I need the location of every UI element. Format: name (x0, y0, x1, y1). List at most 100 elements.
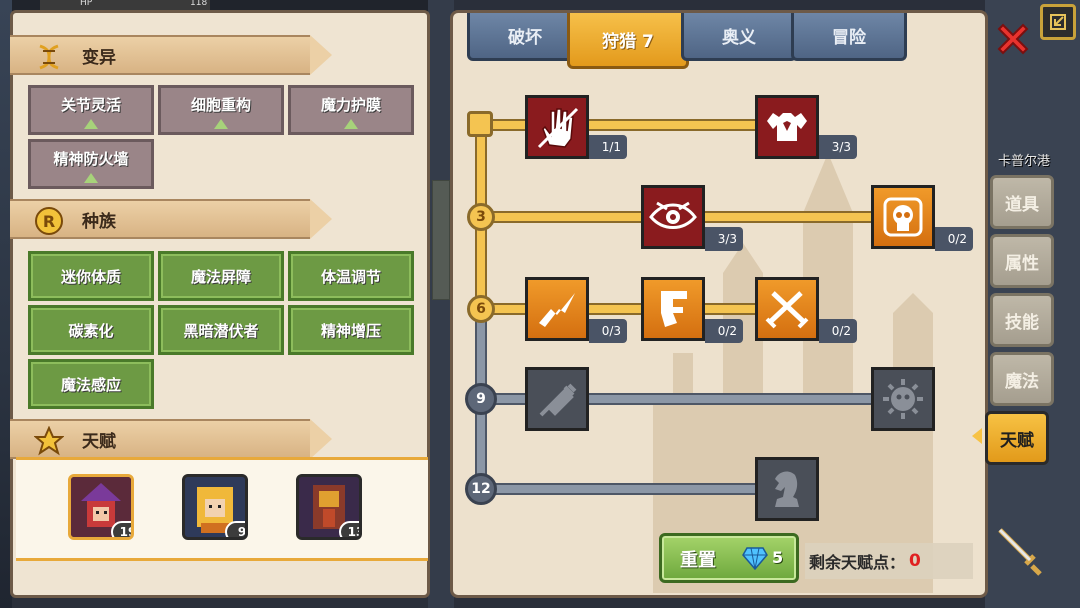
spiked-skull-icon (883, 379, 923, 419)
tab-hunt[interactable]: 狩猎 7 (567, 13, 689, 69)
chip-label: 魔法屏障 (190, 267, 251, 286)
race-chip[interactable]: 精神增压 (288, 305, 414, 355)
tab-secret[interactable]: 奥义 (681, 13, 797, 61)
hp-bar: HP 118 (40, 0, 210, 10)
skill-count: 3/3 (705, 227, 743, 251)
tree-branch (481, 121, 761, 129)
chip-label: 细胞重构 (190, 95, 251, 114)
muscle-torso-icon (767, 113, 807, 141)
mutation-chip[interactable]: 关节灵活 (28, 85, 154, 135)
mutation-chip[interactable]: 细胞重构 (158, 85, 284, 135)
skill-muscle[interactable] (755, 95, 819, 159)
race-title: 种族 (82, 211, 116, 232)
chip-label: 精神防火墙 (53, 149, 129, 168)
skill-open-hand[interactable] (525, 95, 589, 159)
sword-icon (990, 520, 1050, 580)
hero-portrait[interactable]: 19 (68, 474, 134, 540)
side-tab-skills[interactable]: 技能 (990, 293, 1054, 347)
skill-syringe[interactable] (525, 367, 589, 431)
chip-label: 关节灵活 (60, 95, 121, 114)
skill-knight[interactable] (755, 457, 819, 521)
lightning-strike-icon (539, 293, 575, 327)
reset-label: 重置 (680, 550, 716, 571)
skill-count: 0/2 (935, 227, 973, 251)
world-wall (432, 180, 450, 300)
tier-node: 9 (465, 383, 497, 415)
race-header: R 种族 (10, 199, 332, 239)
upgrade-arrow-icon (214, 119, 228, 129)
tab-adventure[interactable]: 冒险 (791, 13, 907, 61)
skill-skull-shield[interactable] (871, 185, 935, 249)
minimize-icon (1050, 14, 1066, 30)
reset-cost: 5 (772, 548, 784, 567)
trait-panel: 变异 关节灵活 细胞重构 魔力护膜 精神防火墙 R 种族 迷你体质 魔法屏障 体… (10, 10, 430, 598)
knight-chess-icon (775, 471, 799, 507)
svg-text:R: R (43, 212, 55, 231)
diamond-gem-icon (742, 547, 768, 570)
reset-button[interactable]: 重置 5 (659, 533, 799, 583)
chip-label: 迷你体质 (60, 267, 121, 286)
talent-title: 天赋 (82, 431, 116, 452)
skull-shield-icon (883, 197, 923, 237)
remaining-label: 剩余天赋点： (809, 553, 906, 572)
upgrade-arrow-icon (84, 173, 98, 183)
minimap-button[interactable] (1040, 4, 1076, 40)
crossed-swords-icon (765, 291, 809, 329)
chip-label: 黑暗潜伏者 (183, 321, 259, 340)
dash-boot-icon (661, 291, 687, 327)
hero-level-badge: 19 (111, 521, 131, 537)
hp-label: HP (80, 0, 93, 8)
side-tab-talent[interactable]: 天赋 (985, 411, 1049, 465)
race-chip[interactable]: 碳素化 (28, 305, 154, 355)
tier-node: 3 (467, 203, 495, 231)
skill-crossed-swords[interactable] (755, 277, 819, 341)
mutation-chip[interactable]: 魔力护膜 (288, 85, 414, 135)
skill-spiked-skull[interactable] (871, 367, 935, 431)
location-label: 卡普尔港 (998, 154, 1051, 169)
close-button[interactable] (992, 18, 1034, 60)
tab-destroy[interactable]: 破坏 (467, 13, 583, 61)
side-tab-items[interactable]: 道具 (990, 175, 1054, 229)
skill-evil-eye[interactable] (641, 185, 705, 249)
mutation-title: 变异 (82, 47, 116, 68)
hero-strip: 19 9 13 (16, 457, 428, 561)
race-chip[interactable]: 迷你体质 (28, 251, 154, 301)
race-chip[interactable]: 体温调节 (288, 251, 414, 301)
upgrade-arrow-icon (344, 119, 358, 129)
chip-label: 魔力护膜 (320, 95, 381, 114)
race-badge-icon: R (32, 204, 66, 238)
active-pointer-icon (972, 428, 982, 444)
talent-header: 天赋 (10, 419, 332, 459)
remaining-value: 0 (909, 551, 921, 571)
skill-count: 0/2 (819, 319, 857, 343)
mutation-chip[interactable]: 精神防火墙 (28, 139, 154, 189)
hero-portrait[interactable]: 13 (296, 474, 362, 540)
mutation-header: 变异 (10, 35, 332, 75)
race-chip[interactable]: 魔法感应 (28, 359, 154, 409)
skill-dash[interactable] (641, 277, 705, 341)
skill-count: 0/2 (705, 319, 743, 343)
side-tab-attributes[interactable]: 属性 (990, 234, 1054, 288)
skill-count: 3/3 (819, 135, 857, 159)
chip-label: 碳素化 (68, 321, 114, 340)
evil-eye-icon (649, 201, 697, 229)
dna-icon (32, 40, 66, 74)
upgrade-arrow-icon (84, 119, 98, 129)
open-hand-icon (537, 107, 579, 149)
hero-level-badge: 13 (339, 521, 359, 537)
skill-count: 1/1 (589, 135, 627, 159)
tree-branch (481, 485, 761, 493)
chip-label: 魔法感应 (60, 375, 121, 394)
tier-node: 6 (467, 295, 495, 323)
close-icon (997, 23, 1029, 55)
race-chip[interactable]: 黑暗潜伏者 (158, 305, 284, 355)
chip-label: 体温调节 (320, 267, 381, 286)
skill-count: 0/3 (589, 319, 627, 343)
hero-portrait[interactable]: 9 (182, 474, 248, 540)
race-chip[interactable]: 魔法屏障 (158, 251, 284, 301)
hero-level-badge: 9 (225, 521, 245, 537)
chip-label: 精神增压 (320, 321, 381, 340)
skill-lightning[interactable] (525, 277, 589, 341)
hp-value: 118 (190, 0, 208, 8)
side-tab-magic[interactable]: 魔法 (990, 352, 1054, 406)
